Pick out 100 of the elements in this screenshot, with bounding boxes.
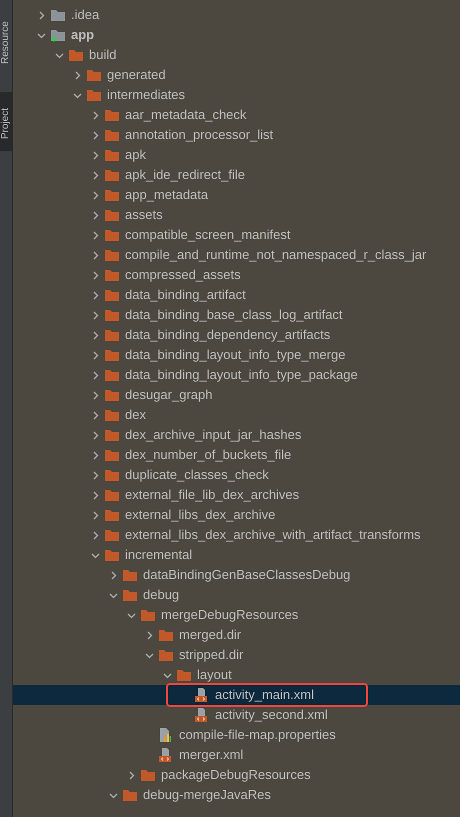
folder-icon: [105, 369, 119, 381]
folder-icon: [159, 649, 173, 661]
collapse-chevron-icon[interactable]: [37, 30, 46, 40]
tree-row[interactable]: compile-file-map.properties: [13, 725, 460, 745]
collapse-chevron-icon[interactable]: [109, 590, 118, 600]
expand-chevron-icon[interactable]: [91, 430, 100, 440]
expand-chevron-icon[interactable]: [91, 250, 100, 260]
tree-row[interactable]: compile_and_runtime_not_namespaced_r_class_jar: [13, 245, 460, 265]
tree-row[interactable]: desugar_graph: [13, 385, 460, 405]
properties-file-icon: [159, 728, 171, 742]
tree-row[interactable]: duplicate_classes_check: [13, 465, 460, 485]
tree-item-label: app_metadata: [125, 187, 208, 203]
tree-row[interactable]: external_libs_dex_archive_with_artifact_transforms: [13, 525, 460, 545]
tree-row[interactable]: aar_metadata_check: [13, 105, 460, 125]
tree-row[interactable]: compatible_screen_manifest: [13, 225, 460, 245]
expand-chevron-icon[interactable]: [109, 570, 118, 580]
folder-icon: [105, 469, 119, 481]
tree-row[interactable]: data_binding_dependency_artifacts: [13, 325, 460, 345]
tree-item-label: external_file_lib_dex_archives: [125, 487, 300, 503]
collapse-chevron-icon[interactable]: [73, 90, 82, 100]
expand-chevron-icon[interactable]: [91, 230, 100, 240]
tree-row[interactable]: data_binding_layout_info_type_package: [13, 365, 460, 385]
expand-chevron-icon[interactable]: [127, 770, 136, 780]
expand-chevron-icon[interactable]: [91, 410, 100, 420]
folder-icon: [105, 309, 119, 321]
tree-row[interactable]: mergeDebugResources: [13, 605, 460, 625]
expand-chevron-icon[interactable]: [91, 130, 100, 140]
tree-row[interactable]: app_metadata: [13, 185, 460, 205]
tree-item-label: external_libs_dex_archive: [125, 507, 276, 523]
expand-chevron-icon[interactable]: [91, 490, 100, 500]
expand-chevron-icon[interactable]: [91, 350, 100, 360]
collapse-chevron-icon[interactable]: [127, 610, 136, 620]
expand-chevron-icon[interactable]: [73, 70, 82, 80]
expand-chevron-icon[interactable]: [91, 190, 100, 200]
tree-row[interactable]: dex: [13, 405, 460, 425]
tree-row[interactable]: external_file_lib_dex_archives: [13, 485, 460, 505]
folder-icon: [105, 489, 119, 501]
tree-row[interactable]: dataBindingGenBaseClassesDebug: [13, 565, 460, 585]
tree-row[interactable]: assets: [13, 205, 460, 225]
tool-window-tab[interactable]: Project: [0, 92, 12, 152]
folder-icon: [123, 789, 137, 801]
tree-item-label: aar_metadata_check: [125, 107, 246, 123]
tree-row[interactable]: intermediates: [13, 85, 460, 105]
tree-row[interactable]: debug-mergeJavaRes: [13, 785, 460, 805]
expand-chevron-icon[interactable]: [91, 270, 100, 280]
expand-chevron-icon[interactable]: [91, 450, 100, 460]
tree-item-label: mergeDebugResources: [161, 607, 298, 623]
collapse-chevron-icon[interactable]: [55, 50, 64, 60]
tool-window-tab[interactable]: Resource: [0, 0, 12, 78]
xml-file-icon: [159, 748, 171, 762]
expand-chevron-icon[interactable]: [91, 370, 100, 380]
expand-chevron-icon[interactable]: [37, 10, 46, 20]
tree-item-label: compressed_assets: [125, 267, 241, 283]
expand-chevron-icon[interactable]: [91, 110, 100, 120]
tree-row[interactable]: external_libs_dex_archive: [13, 505, 460, 525]
tree-row[interactable]: activity_second.xml: [13, 705, 460, 725]
tree-row[interactable]: merger.xml: [13, 745, 460, 765]
tree-row[interactable]: merged.dir: [13, 625, 460, 645]
expand-chevron-icon[interactable]: [145, 630, 154, 640]
expand-chevron-icon[interactable]: [91, 470, 100, 480]
tree-row[interactable]: dex_number_of_buckets_file: [13, 445, 460, 465]
expand-chevron-icon[interactable]: [91, 210, 100, 220]
tree-row[interactable]: stripped.dir: [13, 645, 460, 665]
expand-chevron-icon[interactable]: [91, 150, 100, 160]
expand-chevron-icon[interactable]: [91, 290, 100, 300]
tree-row[interactable]: compressed_assets: [13, 265, 460, 285]
collapse-chevron-icon[interactable]: [109, 790, 118, 800]
expand-chevron-icon[interactable]: [91, 530, 100, 540]
expand-chevron-icon[interactable]: [91, 510, 100, 520]
collapse-chevron-icon[interactable]: [91, 550, 100, 560]
tree-row[interactable]: apk_ide_redirect_file: [13, 165, 460, 185]
tree-row[interactable]: build: [13, 45, 460, 65]
tree-item-label: dataBindingGenBaseClassesDebug: [143, 567, 350, 583]
tree-row[interactable]: layout: [13, 665, 460, 685]
folder-icon: [105, 189, 119, 201]
tree-item-label: dex_number_of_buckets_file: [125, 447, 292, 463]
tree-row[interactable]: activity_main.xml: [13, 685, 460, 705]
folder-icon: [87, 89, 101, 101]
tree-row[interactable]: annotation_processor_list: [13, 125, 460, 145]
tree-row[interactable]: generated: [13, 65, 460, 85]
tree-row[interactable]: .idea: [13, 5, 460, 25]
folder-icon: [105, 249, 119, 261]
collapse-chevron-icon[interactable]: [163, 670, 172, 680]
expand-chevron-icon[interactable]: [91, 310, 100, 320]
expand-chevron-icon[interactable]: [91, 390, 100, 400]
expand-chevron-icon[interactable]: [91, 170, 100, 180]
tree-row[interactable]: apk: [13, 145, 460, 165]
tree-row[interactable]: packageDebugResources: [13, 765, 460, 785]
tree-item-label: activity_main.xml: [215, 687, 314, 703]
tree-row[interactable]: app: [13, 25, 460, 45]
tree-row[interactable]: debug: [13, 585, 460, 605]
expand-chevron-icon[interactable]: [91, 330, 100, 340]
tree-row[interactable]: data_binding_base_class_log_artifact: [13, 305, 460, 325]
folder-icon: [105, 449, 119, 461]
tree-row[interactable]: data_binding_layout_info_type_merge: [13, 345, 460, 365]
tree-row[interactable]: incremental: [13, 545, 460, 565]
tree-row[interactable]: data_binding_artifact: [13, 285, 460, 305]
tree-item-label: packageDebugResources: [161, 767, 311, 783]
tree-row[interactable]: dex_archive_input_jar_hashes: [13, 425, 460, 445]
collapse-chevron-icon[interactable]: [145, 650, 154, 660]
